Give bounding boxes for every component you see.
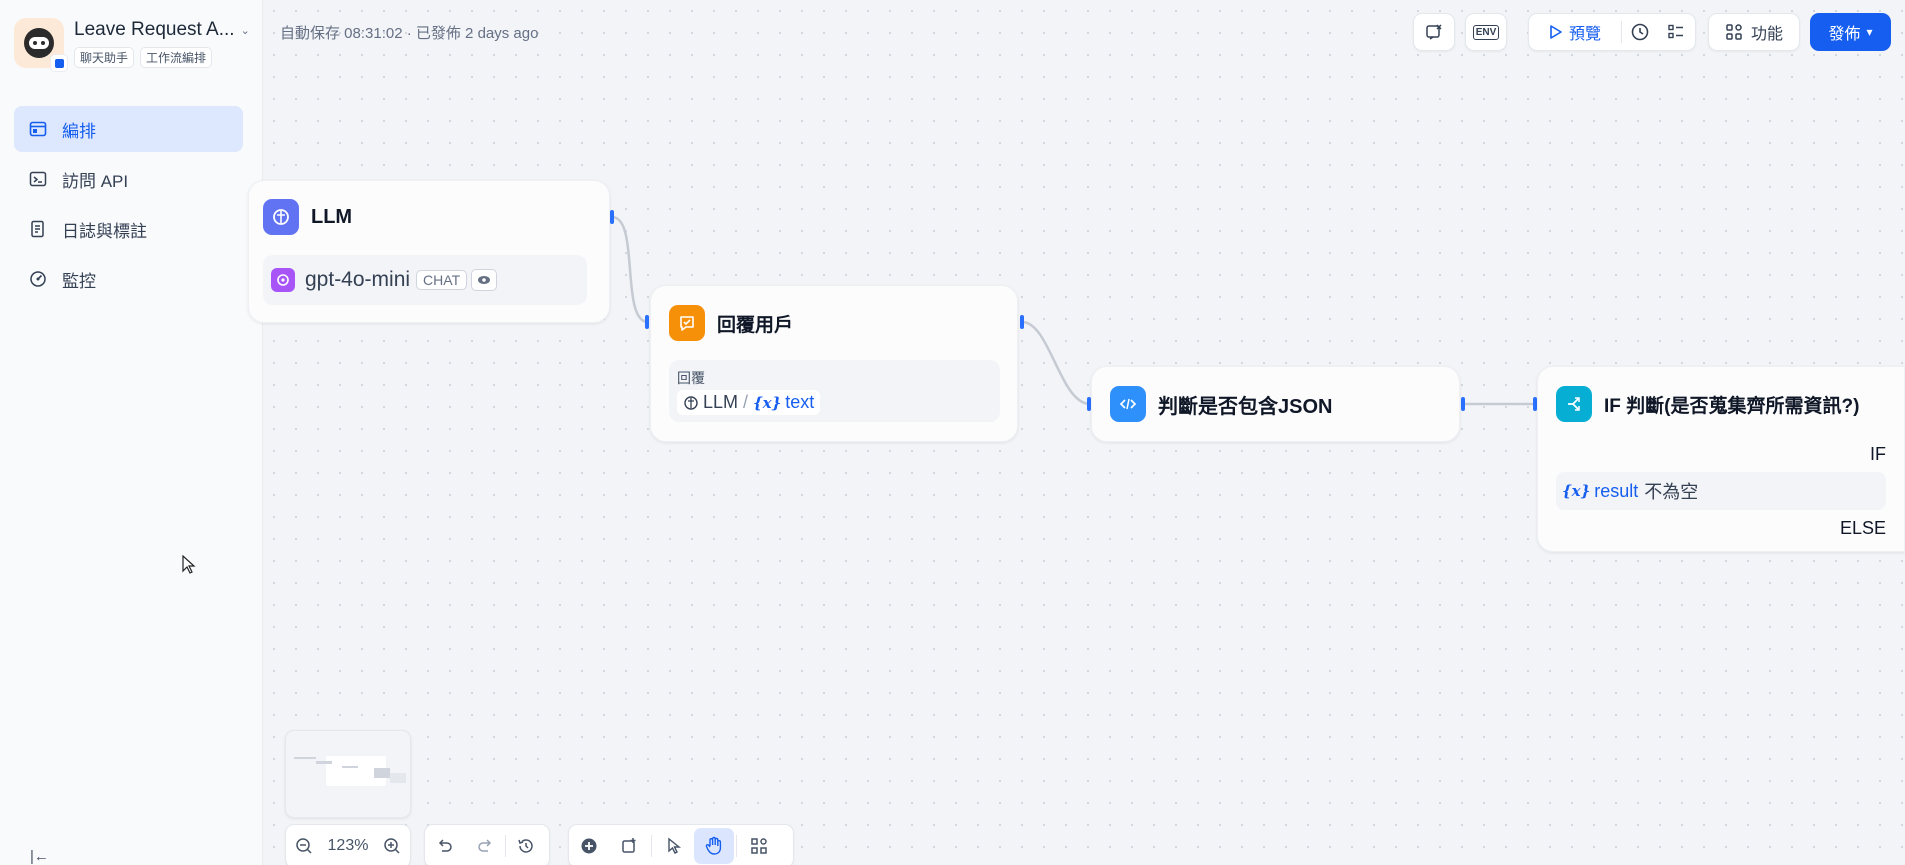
variable-reference[interactable]: LLM / {x} text <box>677 390 821 415</box>
variable-source-node: LLM <box>703 392 739 412</box>
branch-icon <box>1556 386 1592 422</box>
llm-node-title: LLM <box>311 205 353 228</box>
publish-button[interactable]: 發佈 ▾ <box>1810 13 1891 51</box>
code-output-handle[interactable] <box>1461 397 1465 411</box>
zoom-level[interactable]: 123% <box>321 837 374 855</box>
publish-label: 發佈 <box>1828 26 1861 43</box>
llm-small-icon <box>684 395 698 410</box>
redo-icon[interactable] <box>465 828 505 864</box>
env-icon: ENV <box>1466 24 1506 40</box>
answer-output-handle[interactable] <box>1020 315 1024 329</box>
zoom-controls: 123% <box>285 824 411 865</box>
add-node-icon[interactable] <box>569 828 609 864</box>
version-history-icon[interactable] <box>506 828 546 864</box>
preview-group: 預覽 <box>1528 13 1696 51</box>
preview-button[interactable]: 預覽 <box>1529 20 1621 44</box>
list-check-icon <box>1668 24 1683 39</box>
hand-mode-icon[interactable] <box>694 828 734 864</box>
llm-icon <box>263 199 299 235</box>
organize-layout-icon[interactable] <box>739 828 779 864</box>
answer-node[interactable]: 回覆用戶 回覆 LLM / {x} text <box>650 285 1018 442</box>
answer-field-label: 回覆 <box>677 370 705 386</box>
code-icon <box>1110 386 1146 422</box>
variable-separator: / <box>743 392 749 412</box>
condition-row[interactable]: {x} result 不為空 <box>1556 472 1886 510</box>
undo-icon[interactable] <box>425 828 465 864</box>
model-mode-badge: CHAT <box>416 270 468 290</box>
model-selector[interactable]: gpt-4o-mini CHAT <box>263 255 587 305</box>
code-node-title: 判斷是否包含JSON <box>1158 395 1333 418</box>
llm-output-handle[interactable] <box>610 210 614 224</box>
openai-icon <box>271 268 295 292</box>
condition-variable: result <box>1594 480 1639 501</box>
pointer-mode-icon[interactable] <box>654 828 694 864</box>
add-note-icon[interactable] <box>609 828 649 864</box>
minimap[interactable] <box>285 730 411 818</box>
history-clock-icon <box>1631 23 1649 41</box>
zoom-out-icon[interactable] <box>286 828 321 864</box>
llm-node[interactable]: LLM gpt-4o-mini CHAT <box>248 180 610 323</box>
ifelse-node-title: IF 判斷(是否蒐集齊所需資訊?) <box>1604 395 1860 417</box>
checklist-icon <box>1414 22 1454 42</box>
apps-icon <box>1726 24 1742 40</box>
play-icon <box>1550 25 1562 39</box>
reply-input-handle[interactable] <box>645 315 649 329</box>
mouse-cursor-icon <box>182 555 196 574</box>
if-label: IF <box>1870 444 1886 464</box>
answer-node-title: 回覆用戶 <box>717 314 794 336</box>
run-history-button[interactable] <box>1622 22 1658 42</box>
ifelse-node[interactable]: IF 判斷(是否蒐集齊所需資訊?) IF {x} result 不為空 ELSE <box>1537 366 1905 552</box>
history-controls <box>424 824 550 865</box>
env-button[interactable]: ENV <box>1465 13 1507 51</box>
variable-name: text <box>785 392 815 412</box>
checklist-button[interactable] <box>1413 13 1455 51</box>
features-button[interactable]: 功能 <box>1708 13 1800 51</box>
condition-operator: 不為空 <box>1644 482 1699 502</box>
features-inner: 功能 <box>1709 20 1799 44</box>
answer-icon <box>669 305 705 341</box>
answer-field: 回覆 LLM / {x} text <box>669 360 1000 422</box>
vision-eye-icon <box>471 269 498 291</box>
code-node[interactable]: 判斷是否包含JSON <box>1091 366 1460 442</box>
preview-label: 預覽 <box>1568 26 1601 43</box>
checklist-list-button[interactable] <box>1658 23 1694 41</box>
env-label: ENV <box>1472 24 1500 40</box>
chevron-down-icon: ▾ <box>1866 25 1873 39</box>
variable-icon: {x} <box>1562 482 1591 500</box>
tool-controls <box>568 824 794 865</box>
variable-icon: {x} <box>753 393 782 412</box>
else-label: ELSE <box>1839 518 1886 538</box>
model-name: gpt-4o-mini <box>305 268 411 291</box>
features-label: 功能 <box>1750 26 1783 43</box>
zoom-in-icon[interactable] <box>375 828 410 864</box>
